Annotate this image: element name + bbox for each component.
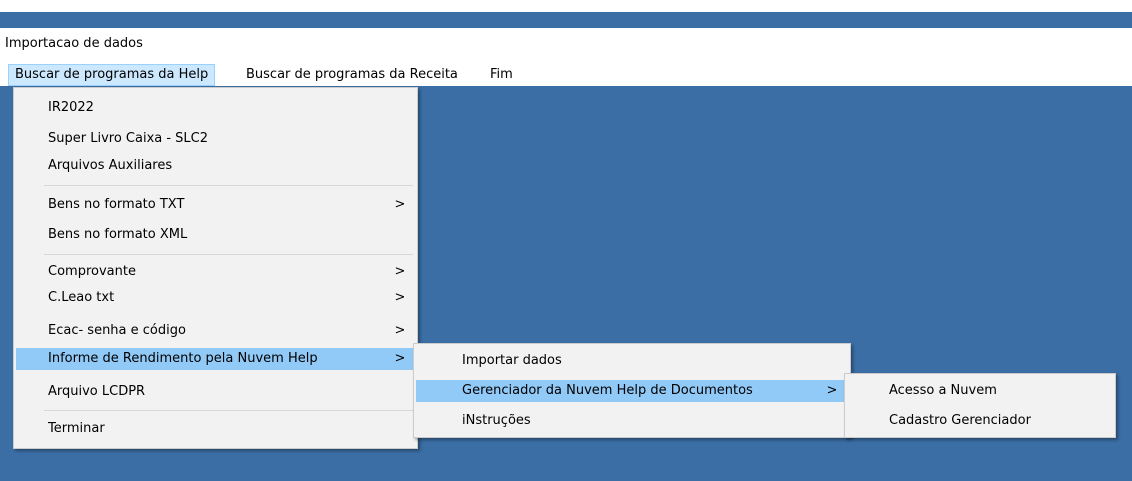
menu-item-label: Comprovante	[48, 264, 136, 279]
menu-item-super-livro-caixa[interactable]: Super Livro Caixa - SLC2	[16, 128, 415, 150]
menu-item-acesso-nuvem[interactable]: Acesso a Nuvem	[847, 380, 1113, 402]
menubar-item-fim[interactable]: Fim	[484, 64, 519, 86]
menu-item-label: Arquivo LCDPR	[48, 384, 146, 399]
menubar-item-receita[interactable]: Buscar de programas da Receita	[240, 64, 464, 86]
menu-item-label: C.Leao txt	[48, 290, 115, 305]
menu-item-label: Terminar	[48, 421, 105, 436]
window-title: Importacao de dados	[5, 36, 143, 51]
menu-item-cadastro-gerenciador[interactable]: Cadastro Gerenciador	[847, 410, 1113, 432]
menu-item-bens-txt[interactable]: Bens no formato TXT >	[16, 194, 415, 216]
menubar: Buscar de programas da Help Buscar de pr…	[0, 64, 1132, 86]
menu-item-instrucoes[interactable]: iNstruções	[416, 410, 848, 432]
menu-item-label: Gerenciador da Nuvem Help de Documentos	[462, 383, 753, 398]
gerenciador-submenu: Acesso a Nuvem Cadastro Gerenciador	[844, 373, 1116, 438]
menu-item-ir2022[interactable]: IR2022	[16, 97, 415, 119]
menu-item-label: Acesso a Nuvem	[889, 383, 997, 398]
menu-item-label: Importar dados	[462, 353, 562, 368]
menu-item-label: Cadastro Gerenciador	[889, 413, 1031, 428]
menu-item-ecac[interactable]: Ecac- senha e código >	[16, 320, 415, 342]
menu-item-arquivo-lcdpr[interactable]: Arquivo LCDPR	[16, 381, 415, 403]
menu-item-bens-xml[interactable]: Bens no formato XML	[16, 224, 415, 246]
menu-item-label: Arquivos Auxiliares	[48, 158, 173, 173]
chevron-right-icon: >	[394, 323, 406, 338]
menu-item-cleao-txt[interactable]: C.Leao txt >	[16, 287, 415, 309]
menu-separator	[44, 254, 413, 255]
menubar-item-help[interactable]: Buscar de programas da Help	[8, 64, 216, 86]
menu-item-label: Super Livro Caixa - SLC2	[48, 131, 209, 146]
chevron-right-icon: >	[826, 383, 838, 398]
help-programs-menu: IR2022 Super Livro Caixa - SLC2 Arquivos…	[13, 87, 418, 449]
menu-item-terminar[interactable]: Terminar	[16, 418, 415, 440]
menu-item-comprovante[interactable]: Comprovante >	[16, 261, 415, 283]
chevron-right-icon: >	[394, 351, 406, 366]
menu-item-gerenciador-nuvem[interactable]: Gerenciador da Nuvem Help de Documentos >	[416, 380, 848, 402]
menu-item-label: IR2022	[48, 100, 94, 115]
menu-item-importar-dados[interactable]: Importar dados	[416, 350, 848, 372]
window-title-bar	[0, 12, 1132, 28]
menu-item-informe-rendimento[interactable]: Informe de Rendimento pela Nuvem Help >	[16, 348, 415, 370]
menu-separator	[44, 410, 413, 411]
menu-item-label: Bens no formato TXT	[48, 197, 185, 212]
menu-item-label: Informe de Rendimento pela Nuvem Help	[48, 351, 318, 366]
menu-item-arquivos-auxiliares[interactable]: Arquivos Auxiliares	[16, 155, 415, 177]
nuvem-help-submenu: Importar dados Gerenciador da Nuvem Help…	[413, 343, 851, 438]
menu-item-label: Ecac- senha e código	[48, 323, 186, 338]
menu-item-label: iNstruções	[462, 413, 531, 428]
chevron-right-icon: >	[394, 264, 406, 279]
chevron-right-icon: >	[394, 197, 406, 212]
chevron-right-icon: >	[394, 290, 406, 305]
menu-separator	[44, 185, 413, 186]
menu-item-label: Bens no formato XML	[48, 227, 188, 242]
